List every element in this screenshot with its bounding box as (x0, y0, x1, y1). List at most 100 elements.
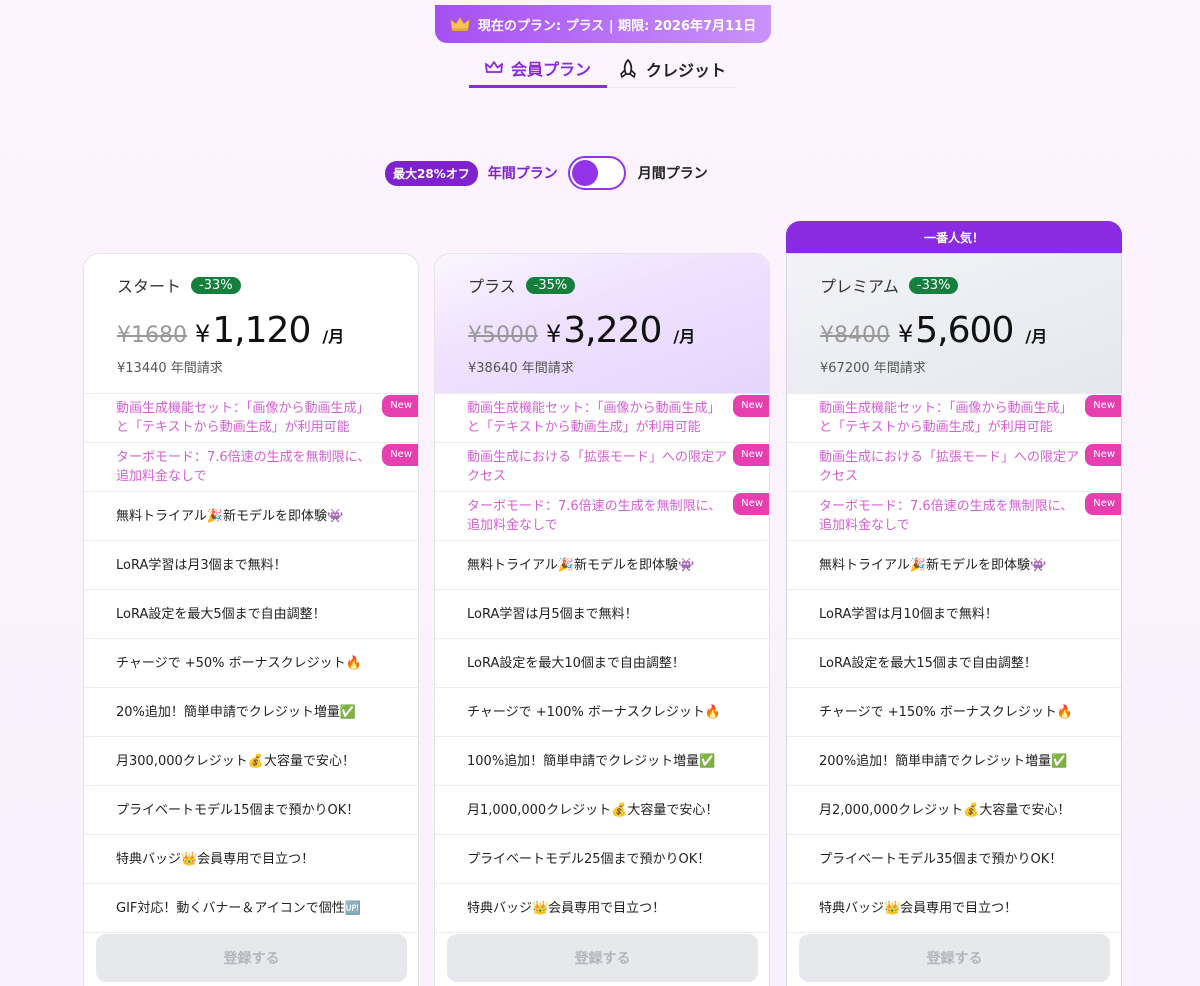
plan-header: プレミアム -33% ¥8400 ¥ 5,600 /月 ¥67200 年間請求 (787, 254, 1121, 393)
feature-item: 特典バッジ👑会員専用で目立つ！ (787, 884, 1121, 933)
price-period: /月 (673, 327, 696, 346)
tab-label: クレジット (645, 61, 726, 80)
feature-item: ターボモード：7.6倍速の生成を無制限に、追加料金なしで New (787, 492, 1121, 541)
feature-text: LoRA設定を最大15個まで自由調整！ (819, 655, 1037, 671)
subscribe-button[interactable]: 登録する (96, 934, 407, 982)
new-badge: New (733, 444, 769, 466)
feature-text: LoRA学習は月10個まで無料！ (819, 606, 998, 622)
feature-item: チャージで +150% ボーナスクレジット🔥 (787, 688, 1121, 737)
feature-item: 特典バッジ👑会員専用で目立つ！ (435, 884, 769, 933)
feature-item: GIF対応！動くバナー＆アイコンで個性🆙 (84, 884, 418, 933)
feature-item: 無料トライアル🎉新モデルを即体験👾 (787, 541, 1121, 590)
plan-price: 3,220 (563, 310, 662, 351)
feature-item: 100%追加！簡単申請でクレジット増量✅ (435, 737, 769, 786)
feature-text: チャージで +50% ボーナスクレジット🔥 (116, 655, 362, 671)
feature-text: プライベートモデル25個まで預かりOK！ (467, 851, 711, 867)
plan-card: プラス -35% ¥5000 ¥ 3,220 /月 ¥38640 年間請求 動画… (434, 253, 770, 986)
feature-text: LoRA設定を最大10個まで自由調整！ (467, 655, 685, 671)
plan-header: スタート -33% ¥1680 ¥ 1,120 /月 ¥13440 年間請求 (84, 254, 418, 393)
feature-item: 動画生成機能セット：「画像から動画生成」と「テキストから動画生成」が利用可能 N… (435, 394, 769, 443)
new-badge: New (1085, 493, 1121, 515)
feature-item: チャージで +100% ボーナスクレジット🔥 (435, 688, 769, 737)
feature-item: 動画生成機能セット：「画像から動画生成」と「テキストから動画生成」が利用可能 N… (787, 394, 1121, 443)
feature-item: プライベートモデル25個まで預かりOK！ (435, 835, 769, 884)
currency-symbol: ¥ (546, 320, 562, 348)
discount-badge: -35% (525, 276, 576, 294)
feature-item: プライベートモデル15個まで預かりOK！ (84, 786, 418, 835)
plan-card: スタート -33% ¥1680 ¥ 1,120 /月 ¥13440 年間請求 動… (83, 253, 419, 986)
feature-text: LoRA学習は月5個まで無料！ (467, 606, 638, 622)
discount-badge: -33% (908, 276, 959, 294)
feature-item: 無料トライアル🎉新モデルを即体験👾 (84, 492, 418, 541)
feature-text: LoRA設定を最大5個まで自由調整！ (116, 606, 326, 622)
feature-item: 200%追加！簡単申請でクレジット増量✅ (787, 737, 1121, 786)
feature-text: 月300,000クレジット💰大容量で安心！ (116, 753, 355, 769)
subscribe-button[interactable]: 登録する (799, 934, 1110, 982)
feature-text: 動画生成機能セット：「画像から動画生成」と「テキストから動画生成」が利用可能 (116, 401, 370, 435)
new-badge: New (382, 395, 418, 417)
feature-item: 月2,000,000クレジット💰大容量で安心！ (787, 786, 1121, 835)
feature-text: ターボモード：7.6倍速の生成を無制限に、追加料金なしで (467, 499, 722, 533)
feature-text: 動画生成における「拡張モード」への限定アクセス (819, 450, 1080, 484)
currency-symbol: ¥ (195, 320, 211, 348)
price-period: /月 (322, 327, 345, 346)
billing-toggle-row: 最大28%オフ 年間プラン 月間プラン (385, 155, 708, 191)
feature-item: プライベートモデル35個まで預かりOK！ (787, 835, 1121, 884)
feature-item: 動画生成における「拡張モード」への限定アクセス New (787, 443, 1121, 492)
feature-text: チャージで +150% ボーナスクレジット🔥 (819, 704, 1074, 720)
feature-text: チャージで +100% ボーナスクレジット🔥 (467, 704, 722, 720)
new-badge: New (382, 444, 418, 466)
tab-credits[interactable]: クレジット (607, 50, 737, 88)
monthly-plan-label[interactable]: 月間プラン (638, 163, 708, 183)
feature-text: GIF対応！動くバナー＆アイコンで個性🆙 (116, 900, 361, 916)
feature-text: 特典バッジ👑会員専用で目立つ！ (819, 900, 1018, 916)
feature-item: 20%追加！簡単申請でクレジット増量✅ (84, 688, 418, 737)
feature-list: 動画生成機能セット：「画像から動画生成」と「テキストから動画生成」が利用可能 N… (84, 393, 418, 933)
crown-icon (484, 61, 503, 73)
current-plan-banner: 現在のプラン: プラス | 期限: 2026年7月11日 (435, 5, 771, 43)
feature-item: ターボモード：7.6倍速の生成を無制限に、追加料金なしで New (84, 443, 418, 492)
feature-item: LoRA設定を最大10個まで自由調整！ (435, 639, 769, 688)
feature-item: 月300,000クレジット💰大容量で安心！ (84, 737, 418, 786)
plan-card: プレミアム -33% ¥8400 ¥ 5,600 /月 ¥67200 年間請求 … (786, 253, 1122, 986)
toggle-knob (571, 160, 598, 186)
original-price: ¥5000 (468, 323, 538, 348)
feature-item: 動画生成機能セット：「画像から動画生成」と「テキストから動画生成」が利用可能 N… (84, 394, 418, 443)
new-badge: New (733, 395, 769, 417)
feature-item: ターボモード：7.6倍速の生成を無制限に、追加料金なしで New (435, 492, 769, 541)
feature-item: LoRA設定を最大5個まで自由調整！ (84, 590, 418, 639)
discount-badge: 最大28%オフ (385, 160, 478, 186)
currency-symbol: ¥ (898, 320, 914, 348)
most-popular-banner: 一番人気！ (786, 221, 1122, 254)
crown-icon (450, 17, 470, 31)
feature-text: 200%追加！簡単申請でクレジット増量✅ (819, 753, 1068, 769)
plan-name: スタート (117, 277, 182, 296)
new-badge: New (1085, 395, 1121, 417)
feature-text: LoRA学習は月3個まで無料！ (116, 557, 287, 573)
current-plan-text: 現在のプラン: プラス | 期限: 2026年7月11日 (477, 18, 757, 34)
yearly-plan-label[interactable]: 年間プラン (488, 163, 558, 183)
subscribe-button[interactable]: 登録する (447, 934, 758, 982)
billing-period-toggle[interactable] (567, 156, 626, 190)
feature-item: LoRA学習は月3個まで無料！ (84, 541, 418, 590)
feature-text: ターボモード：7.6倍速の生成を無制限に、追加料金なしで (819, 499, 1074, 533)
original-price: ¥8400 (820, 323, 890, 348)
feature-text: 無料トライアル🎉新モデルを即体験👾 (819, 557, 1047, 573)
annual-billing: ¥13440 年間請求 (117, 361, 223, 376)
feature-item: LoRA学習は月5個まで無料！ (435, 590, 769, 639)
feature-text: 特典バッジ👑会員専用で目立つ！ (467, 900, 666, 916)
feature-text: プライベートモデル15個まで預かりOK！ (116, 802, 360, 818)
feature-text: 特典バッジ👑会員専用で目立つ！ (116, 851, 315, 867)
tab-membership[interactable]: 会員プラン (469, 50, 607, 88)
feature-item: 月1,000,000クレジット💰大容量で安心！ (435, 786, 769, 835)
feature-text: ターボモード：7.6倍速の生成を無制限に、追加料金なしで (116, 450, 371, 484)
plan-price: 1,120 (212, 310, 311, 351)
feature-item: チャージで +50% ボーナスクレジット🔥 (84, 639, 418, 688)
plan-name: プレミアム (820, 277, 899, 296)
new-badge: New (733, 493, 769, 515)
tab-label: 会員プラン (510, 59, 591, 79)
feature-text: 動画生成機能セット：「画像から動画生成」と「テキストから動画生成」が利用可能 (819, 401, 1073, 435)
feature-text: 月1,000,000クレジット💰大容量で安心！ (467, 802, 719, 818)
feature-text: 動画生成における「拡張モード」への限定アクセス (467, 450, 728, 484)
feature-item: LoRA設定を最大15個まで自由調整！ (787, 639, 1121, 688)
